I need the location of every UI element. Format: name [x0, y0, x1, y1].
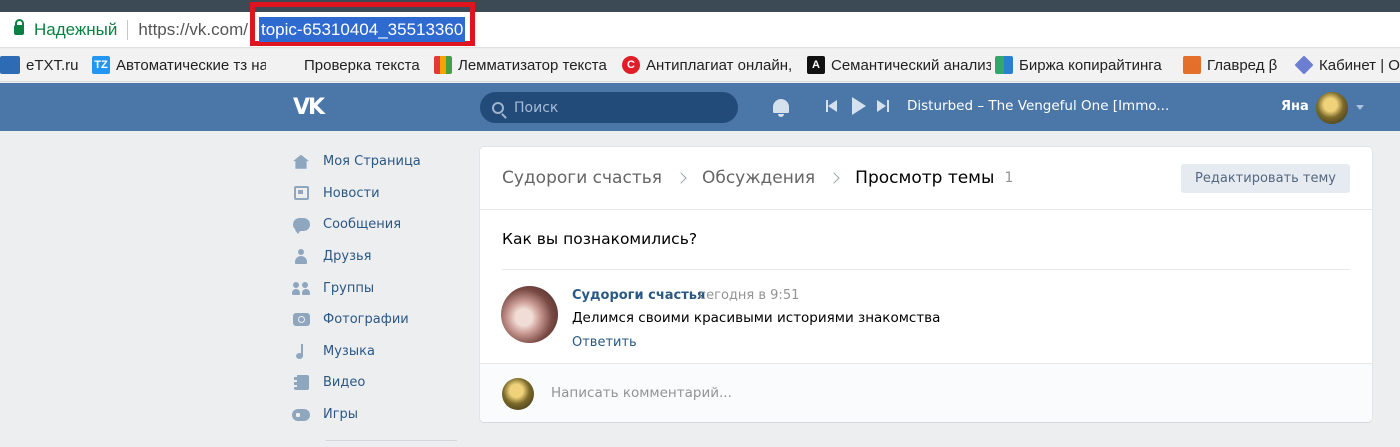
bookmark-semantic[interactable]: A Семантический анализ	[807, 49, 995, 81]
chevron-right-icon	[828, 172, 840, 184]
chevron-down-icon[interactable]	[1356, 105, 1364, 110]
semantic-icon: A	[807, 56, 825, 74]
nav-divider	[325, 440, 457, 441]
bookmark-label: eTXT.ru	[26, 56, 79, 74]
user-avatar[interactable]	[1316, 92, 1348, 124]
birzha-icon	[995, 56, 1013, 74]
nav-label: Видео	[323, 375, 366, 391]
nav-item-friends[interactable]: Друзья	[292, 241, 462, 273]
glavred-icon	[1183, 56, 1201, 74]
chevron-right-icon	[675, 172, 687, 184]
breadcrumb-community[interactable]: Судороги счастья	[502, 168, 662, 188]
search-icon	[492, 101, 504, 114]
post-date[interactable]: сегодня в 9:51	[699, 288, 799, 303]
left-nav: Моя Страница Новости Сообщения Друзья Гр…	[292, 146, 462, 430]
nav-item-news[interactable]: Новости	[292, 178, 462, 210]
photos-icon	[292, 312, 310, 328]
vk-header: VK Поиск Disturbed – The Vengeful One [I…	[0, 83, 1400, 131]
bookmark-antiplagiat[interactable]: C Антиплагиат онлайн,	[622, 49, 807, 81]
nav-label: Группы	[323, 280, 375, 296]
search-placeholder: Поиск	[514, 99, 559, 116]
user-name[interactable]: Яна	[1281, 99, 1309, 114]
previous-track-icon[interactable]	[826, 100, 838, 112]
nav-label: Игры	[323, 407, 359, 423]
browser-frame-top	[0, 0, 1400, 12]
url-prefix[interactable]: https://vk.com/	[138, 20, 248, 40]
bookmark-label: Семантический анализ	[831, 56, 991, 74]
breadcrumb-current: Просмотр темы	[855, 168, 995, 188]
divider	[480, 209, 1372, 210]
play-icon[interactable]	[852, 97, 866, 115]
bookmark-glavred[interactable]: Главред β	[1183, 49, 1295, 81]
nav-label: Музыка	[323, 343, 375, 359]
edit-topic-button[interactable]: Редактировать тему	[1181, 164, 1350, 193]
breadcrumb: Судороги счастья Обсуждения Просмотр тем…	[502, 168, 1013, 188]
home-icon	[292, 154, 310, 170]
breadcrumb-discussions[interactable]: Обсуждения	[702, 168, 815, 188]
reply-link[interactable]: Ответить	[572, 335, 637, 350]
nav-item-my-page[interactable]: Моя Страница	[292, 146, 462, 178]
community-avatar[interactable]	[501, 286, 558, 343]
groups-icon	[292, 280, 310, 296]
address-separator	[127, 19, 129, 40]
nav-item-messages[interactable]: Сообщения	[292, 209, 462, 241]
news-icon	[292, 185, 310, 201]
topic-card: Судороги счастья Обсуждения Просмотр тем…	[480, 147, 1372, 422]
nav-item-photos[interactable]: Фотографии	[292, 304, 462, 336]
post-author[interactable]: Судороги счастья	[572, 288, 705, 303]
nav-label: Новости	[323, 185, 380, 201]
cabinet-icon	[1294, 55, 1314, 75]
address-bar[interactable]: Надежный https://vk.com/	[0, 12, 1400, 48]
nav-item-groups[interactable]: Группы	[292, 272, 462, 304]
nav-label: Фотографии	[323, 312, 409, 328]
bookmark-label: Кабинет | О	[1319, 56, 1400, 74]
bookmarks-bar: eTXT.ru TZ Автоматические тз на Проверка…	[0, 49, 1400, 82]
search-box[interactable]: Поиск	[480, 92, 738, 123]
nav-item-games[interactable]: Игры	[292, 399, 462, 431]
friends-icon	[292, 249, 310, 265]
post-text: Делимся своими красивыми историями знако…	[572, 310, 941, 326]
now-playing-track[interactable]: Disturbed – The Vengeful One [Immo...	[907, 98, 1169, 114]
bookmark-autotz[interactable]: TZ Автоматические тз на	[92, 49, 270, 81]
notifications-bell-icon[interactable]	[773, 99, 789, 117]
bookmark-label: Лемматизатор текста	[458, 56, 607, 74]
nav-label: Моя Страница	[323, 154, 421, 170]
bookmark-label: Автоматические тз на	[116, 56, 266, 74]
bookmark-birzha[interactable]: Биржа копирайтинга	[995, 49, 1183, 81]
music-icon	[292, 343, 310, 359]
vk-logo[interactable]: VK	[293, 95, 325, 120]
avatar	[502, 378, 534, 410]
bookmark-label: Проверка текста	[304, 56, 420, 74]
lemma-icon	[434, 56, 452, 74]
nav-item-music[interactable]: Музыка	[292, 336, 462, 368]
bookmark-label: Антиплагиат онлайн,	[646, 56, 793, 74]
secure-label: Надежный	[34, 19, 118, 39]
bookmark-cabinet[interactable]: Кабинет | О	[1294, 49, 1400, 81]
bookmark-lemmatizer[interactable]: Лемматизатор текста	[434, 49, 622, 81]
games-icon	[292, 407, 310, 423]
comment-composer: Написать комментарий...	[480, 364, 1372, 422]
video-icon	[292, 375, 310, 391]
bookmark-label: Биржа копирайтинга	[1019, 56, 1162, 74]
next-track-icon[interactable]	[877, 100, 889, 112]
post-count: 1	[1004, 170, 1014, 186]
nav-item-video[interactable]: Видео	[292, 367, 462, 399]
nav-label: Друзья	[323, 249, 372, 265]
antiplagiat-icon: C	[622, 56, 640, 74]
tz-icon: TZ	[92, 56, 110, 74]
bookmark-label: Главред β	[1207, 56, 1278, 74]
bookmark-check-text[interactable]: Проверка текста	[304, 49, 434, 81]
comment-input[interactable]: Написать комментарий...	[551, 385, 732, 401]
topic-title: Как вы познакомились?	[502, 230, 698, 248]
lock-icon	[14, 18, 24, 35]
bookmark-etxt[interactable]: eTXT.ru	[0, 49, 92, 81]
divider	[502, 269, 1350, 270]
nav-label: Сообщения	[323, 217, 402, 233]
url-selected-text[interactable]: topic-65310404_35513360	[259, 17, 466, 42]
etxt-icon	[0, 56, 20, 74]
messages-icon	[292, 217, 310, 235]
